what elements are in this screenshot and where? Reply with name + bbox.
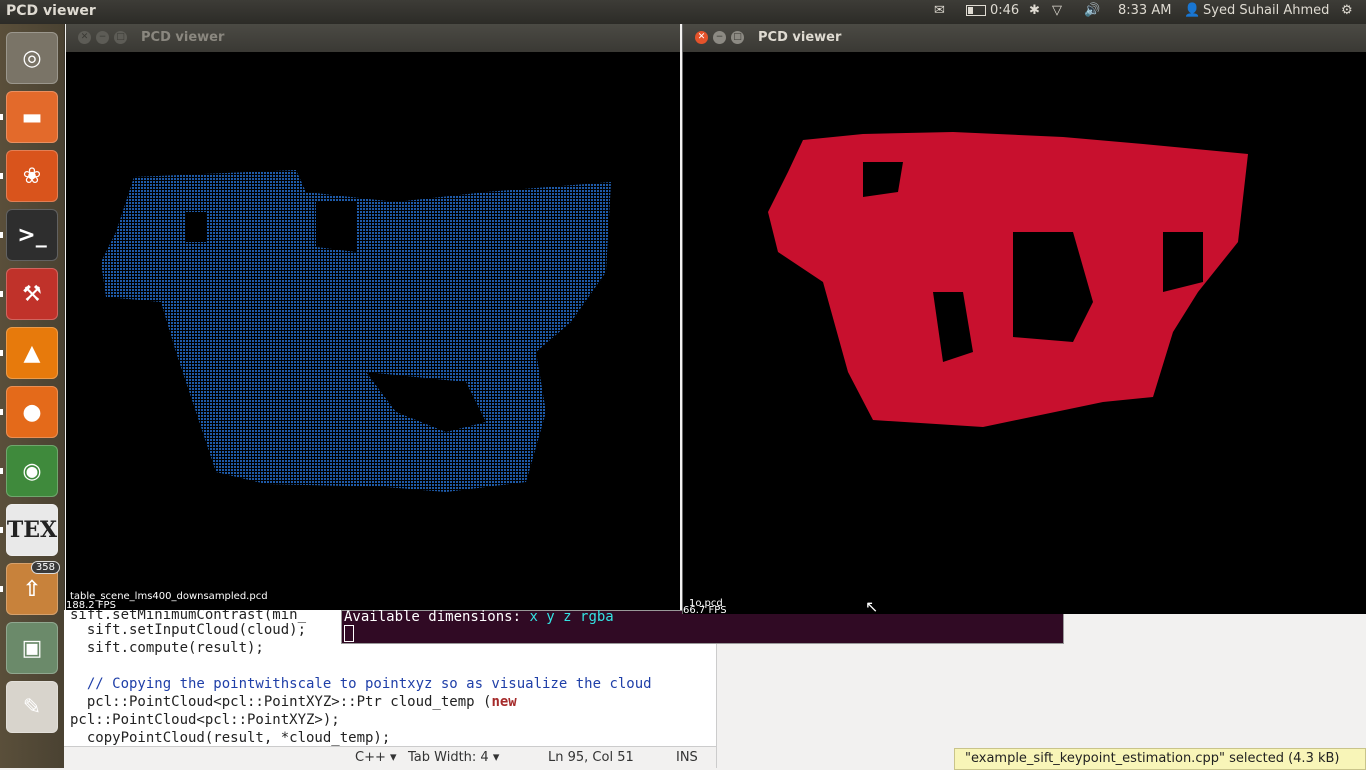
minimize-icon[interactable]: − bbox=[713, 31, 726, 44]
vlc-cone-icon: ▲ bbox=[23, 340, 41, 366]
wifi-icon[interactable]: ▽ bbox=[1052, 3, 1062, 18]
terminal-icon: >_ bbox=[17, 222, 47, 248]
clock[interactable]: 8:33 AM bbox=[1118, 3, 1171, 18]
shopping-bag-icon: ❀ bbox=[22, 163, 42, 189]
running-indicator bbox=[0, 232, 3, 238]
window-titlebar[interactable]: ✕ − □ PCD viewer bbox=[66, 24, 680, 52]
close-icon[interactable]: ✕ bbox=[78, 31, 91, 44]
point-cloud-blue bbox=[101, 170, 611, 492]
language-selector[interactable]: C++ ▾ bbox=[355, 750, 397, 765]
chrome-icon: ◉ bbox=[22, 458, 42, 484]
gear-icon[interactable]: ⚙ bbox=[1341, 3, 1353, 18]
launcher-chrome[interactable]: ◉ bbox=[6, 445, 58, 497]
point-cloud-canvas[interactable]: table_scene_lms400_downsampled.pcd 188.2… bbox=[66, 52, 680, 610]
close-icon[interactable]: ✕ bbox=[695, 31, 708, 44]
mail-icon[interactable]: ✉ bbox=[934, 3, 945, 18]
terminal[interactable]: Available dimensions: x y z rgba bbox=[341, 609, 1064, 644]
running-indicator bbox=[0, 409, 3, 415]
text-editor-icon: ✎ bbox=[22, 694, 42, 720]
top-panel: PCD viewer ✉ 0:46 ✱ ▽ 🔊 8:33 AM 👤 Syed S… bbox=[0, 0, 1366, 24]
maximize-icon[interactable]: □ bbox=[731, 31, 744, 44]
code-comment[interactable]: // Copying the pointwithscale to pointxy… bbox=[70, 676, 652, 692]
keyword-new: new bbox=[491, 694, 517, 710]
fps-counter: 188.2 FPS bbox=[66, 600, 116, 610]
running-indicator bbox=[0, 468, 3, 474]
window-title: PCD viewer bbox=[758, 30, 842, 45]
window-titlebar[interactable]: ✕ − □ PCD viewer bbox=[683, 24, 1366, 52]
running-indicator bbox=[0, 586, 3, 592]
bluetooth-icon[interactable]: ✱ bbox=[1029, 3, 1040, 18]
running-indicator bbox=[0, 527, 3, 533]
launcher-tex[interactable]: TEX bbox=[6, 504, 58, 556]
mouse-cursor-icon: ↖ bbox=[865, 597, 879, 614]
launcher-dash-home[interactable]: ◎ bbox=[6, 32, 58, 84]
window-title: PCD viewer bbox=[141, 30, 225, 45]
folder-icon: ▬ bbox=[21, 104, 43, 130]
ubuntu-icon: ◎ bbox=[22, 45, 42, 71]
insert-mode[interactable]: INS bbox=[676, 750, 698, 765]
running-indicator bbox=[0, 114, 3, 120]
settings-icon: ⚒ bbox=[22, 281, 42, 307]
volume-icon[interactable]: 🔊 bbox=[1084, 3, 1100, 18]
cursor-position: Ln 95, Col 51 bbox=[548, 750, 634, 765]
update-box-icon: ⇧ bbox=[22, 576, 42, 602]
code-line[interactable]: pcl::PointCloud<pcl::PointXYZ>::Ptr clou… bbox=[70, 694, 517, 710]
tab-width-selector[interactable]: Tab Width: 4 ▾ bbox=[408, 750, 499, 765]
maximize-icon[interactable]: □ bbox=[114, 31, 127, 44]
user-name[interactable]: Syed Suhail Ahmed bbox=[1203, 3, 1329, 18]
launcher-firefox[interactable]: ● bbox=[6, 386, 58, 438]
launcher-software-center[interactable]: ❀ bbox=[6, 150, 58, 202]
code-line[interactable]: pcl::PointCloud<pcl::PointXYZ>); bbox=[70, 712, 340, 728]
launcher: ◎ ▬ ❀ >_ ⚒ ▲ ● ◉ TEX ⇧ 358 ▣ ✎ bbox=[0, 24, 65, 768]
file-selected-tooltip: "example_sift_keypoint_estimation.cpp" s… bbox=[954, 748, 1366, 770]
launcher-vlc[interactable]: ▲ bbox=[6, 327, 58, 379]
launcher-files[interactable]: ▬ bbox=[6, 91, 58, 143]
disk-icon: ▣ bbox=[21, 635, 43, 661]
pcd-viewer-window-right[interactable]: ✕ − □ PCD viewer 1o.pcd 66.7 FPS ↖ bbox=[682, 24, 1366, 614]
code-line[interactable]: sift.compute(result); bbox=[70, 640, 264, 656]
point-cloud-red bbox=[768, 132, 1248, 427]
launcher-disks[interactable]: ▣ bbox=[6, 622, 58, 674]
launcher-terminal[interactable]: >_ bbox=[6, 209, 58, 261]
editor-statusbar: C++ ▾ Tab Width: 4 ▾ Ln 95, Col 51 INS bbox=[64, 746, 716, 769]
terminal-output: Available dimensions: x y z rgba bbox=[344, 609, 614, 625]
code-line[interactable]: sift.setInputCloud(cloud); bbox=[70, 622, 306, 638]
fps-counter: 66.7 FPS bbox=[683, 605, 727, 614]
battery-time[interactable]: 0:46 bbox=[990, 3, 1019, 18]
minimize-icon[interactable]: − bbox=[96, 31, 109, 44]
pcd-viewer-window-left[interactable]: ✕ − □ PCD viewer table_scene_lms400_down… bbox=[66, 24, 680, 610]
running-indicator bbox=[0, 173, 3, 179]
active-app-title: PCD viewer bbox=[6, 3, 96, 19]
user-icon: 👤 bbox=[1184, 3, 1201, 18]
launcher-system-settings[interactable]: ⚒ bbox=[6, 268, 58, 320]
tex-icon: TEX bbox=[6, 517, 58, 543]
launcher-text-editor[interactable]: ✎ bbox=[6, 681, 58, 733]
running-indicator bbox=[0, 291, 3, 297]
firefox-icon: ● bbox=[22, 399, 42, 425]
point-cloud-canvas[interactable]: 1o.pcd 66.7 FPS ↖ bbox=[683, 52, 1366, 614]
terminal-cursor bbox=[344, 625, 354, 642]
code-line[interactable]: copyPointCloud(result, *cloud_temp); bbox=[70, 730, 390, 746]
running-indicator bbox=[0, 350, 3, 356]
battery-icon[interactable] bbox=[966, 5, 986, 20]
launcher-updates[interactable]: ⇧ 358 bbox=[6, 561, 60, 615]
updates-count-badge: 358 bbox=[30, 561, 60, 574]
